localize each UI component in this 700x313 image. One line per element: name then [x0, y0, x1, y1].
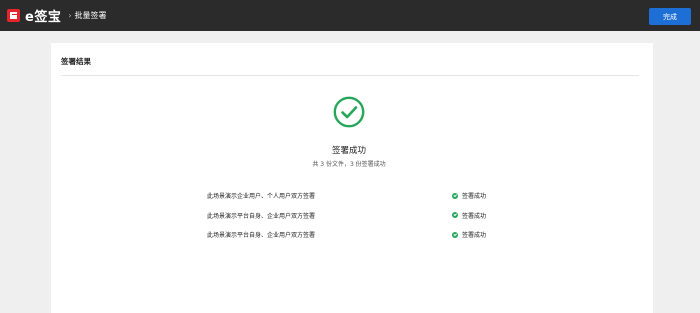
logo[interactable]: e签宝 [7, 6, 61, 25]
status-badge: 签署成功 [452, 211, 497, 220]
status-text: 签署成功 [462, 193, 487, 201]
esign-logo-icon [7, 9, 20, 22]
check-circle-icon [333, 96, 365, 128]
done-button[interactable]: 完成 [649, 8, 691, 25]
logo-text: e签宝 [25, 10, 62, 25]
breadcrumb: 批量签署 [74, 11, 107, 20]
result-row: 此场景演示企业用户、个人用户双方签署 签署成功 [207, 186, 497, 206]
status-badge: 签署成功 [452, 230, 497, 239]
result-row: 此场景演示平台自身、企业用户双方签署 签署成功 [207, 206, 497, 226]
document-name: 此场景演示平台自身、企业用户双方签署 [207, 232, 316, 240]
document-name: 此场景演示平台自身、企业用户双方签署 [207, 212, 316, 220]
card-title: 签署结果 [61, 57, 91, 66]
result-card: 签署结果 签署成功 共 3 份文件，3 份签署成功 此场景演示企业用户、个人用户… [51, 43, 653, 313]
check-dot-icon [452, 212, 458, 219]
divider [61, 75, 639, 76]
status-text: 签署成功 [462, 212, 487, 220]
summary-text: 共 3 份文件，3 份签署成功 [312, 161, 386, 168]
result-row: 此场景演示平台自身、企业用户双方签署 签署成功 [207, 225, 497, 245]
success-title: 签署成功 [331, 146, 366, 156]
status-badge: 签署成功 [452, 191, 497, 200]
check-dot-icon [452, 231, 458, 238]
result-list: 此场景演示企业用户、个人用户双方签署 签署成功 此场景演示平台自身、企业用户双方… [207, 186, 497, 245]
document-name: 此场景演示企业用户、个人用户双方签署 [207, 193, 316, 201]
status-text: 签署成功 [462, 232, 487, 240]
check-dot-icon [452, 192, 458, 199]
breadcrumb-separator: › [68, 11, 72, 20]
top-bar: e签宝 › 批量签署 完成 [0, 0, 700, 31]
